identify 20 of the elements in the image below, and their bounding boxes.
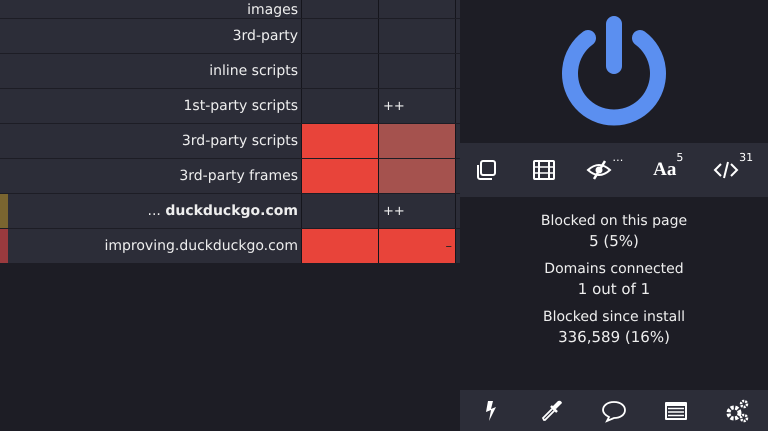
rule-cell[interactable]: [379, 124, 456, 158]
gears-icon[interactable]: [724, 398, 750, 424]
rule-cell[interactable]: [302, 159, 379, 193]
rule-cell[interactable]: –: [379, 229, 456, 263]
stat-value: 5 (5%): [589, 232, 639, 250]
stat-label: Blocked on this page: [540, 213, 688, 229]
row-label[interactable]: improving.duckduckgo.com: [0, 229, 302, 263]
rule-cell[interactable]: [379, 159, 456, 193]
film-icon[interactable]: [530, 157, 557, 183]
rule-cell[interactable]: [302, 124, 379, 158]
row-label[interactable]: ... duckduckgo.com: [0, 194, 302, 228]
count-label: …: [612, 151, 624, 164]
stat-label: Domains connected: [544, 261, 684, 277]
rule-cell[interactable]: [302, 229, 379, 263]
stat-label: Blocked since install: [542, 309, 686, 325]
count-label: 31: [739, 151, 754, 164]
stat-value: 1 out of 1: [578, 280, 650, 298]
count-label: 5: [676, 151, 684, 164]
font-icon[interactable]: Aa: [653, 157, 676, 183]
stat-value: 336,589 (16%): [558, 328, 670, 346]
